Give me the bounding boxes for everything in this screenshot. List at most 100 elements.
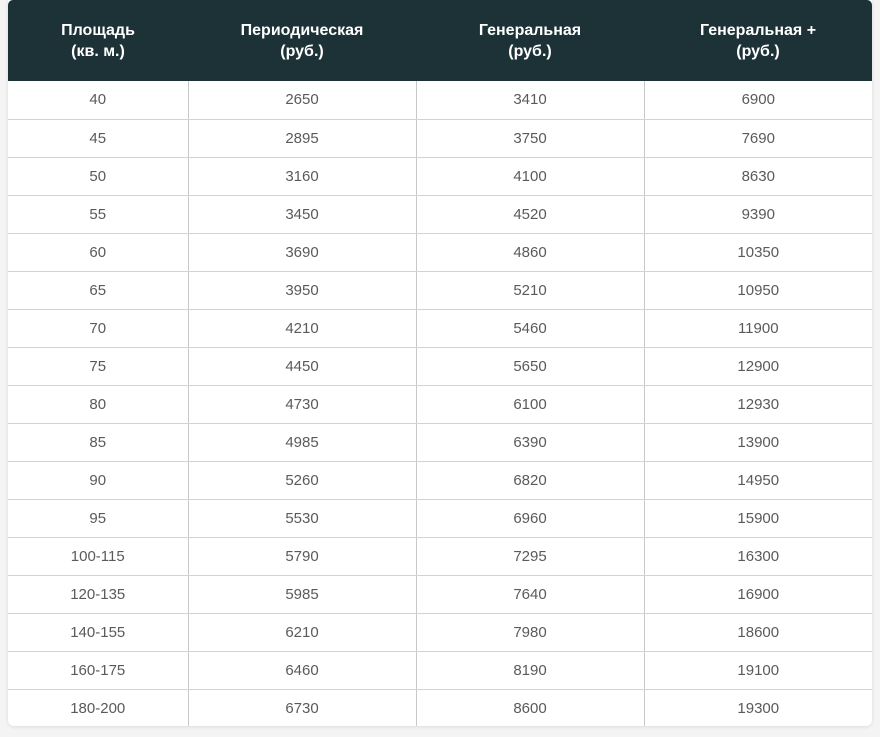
general-plus-price-cell: 9390 (643, 195, 872, 234)
general-price-cell: 4520 (415, 195, 644, 234)
table-header: Площадь (кв. м.) Периодическая (руб.) Ге… (8, 0, 872, 81)
general-price-cell: 4860 (415, 233, 644, 272)
area-cell: 65 (8, 271, 188, 310)
table-row: 55 3450 4520 9390 (8, 195, 872, 234)
general-price-cell: 3750 (415, 119, 644, 158)
area-cell: 100-115 (8, 537, 188, 576)
general-plus-price-cell: 19100 (643, 651, 872, 690)
area-cell: 45 (8, 119, 188, 158)
periodic-price-cell: 4730 (187, 385, 416, 424)
general-plus-price-cell: 18600 (643, 613, 872, 652)
general-plus-price-cell: 8630 (643, 157, 872, 196)
general-plus-price-cell: 6900 (643, 81, 872, 120)
area-cell: 75 (8, 347, 188, 386)
periodic-price-cell: 2650 (187, 81, 416, 120)
periodic-price-cell: 5530 (187, 499, 416, 538)
table-body: 40 2650 3410 6900 45 2895 3750 7690 50 3160 4100 86… (8, 81, 872, 726)
periodic-price-cell: 4985 (187, 423, 416, 462)
periodic-price-cell: 4450 (187, 347, 416, 386)
area-cell: 85 (8, 423, 188, 462)
general-price-cell: 3410 (415, 81, 644, 120)
header-periodic: Периодическая (руб.) (188, 0, 416, 81)
table-row: 75 4450 5650 12900 (8, 347, 872, 386)
price-table: Площадь (кв. м.) Периодическая (руб.) Ге… (8, 0, 872, 726)
general-price-cell: 6820 (415, 461, 644, 500)
general-price-cell: 7640 (415, 575, 644, 614)
header-line2: (руб.) (508, 42, 552, 60)
area-cell: 60 (8, 233, 188, 272)
area-cell: 180-200 (70, 699, 126, 717)
table-row: 90 5260 6820 14950 (8, 461, 872, 500)
table-row: 85 4985 6390 13900 (8, 423, 872, 462)
header-general-plus: Генеральная + (руб.) (644, 0, 872, 81)
general-plus-price-cell: 10350 (643, 233, 872, 272)
table-row: 120-135 5985 7640 16900 (8, 575, 872, 614)
periodic-price-cell: 6730 (187, 689, 416, 726)
general-plus-price-cell: 16300 (643, 537, 872, 576)
general-price-cell: 5210 (415, 271, 644, 310)
area-cell: 40 (8, 81, 188, 120)
general-price-cell: 6100 (415, 385, 644, 424)
general-plus-price-cell: 7690 (643, 119, 872, 158)
periodic-price-cell: 6460 (187, 651, 416, 690)
header-line1: Генеральная (478, 21, 582, 39)
table-row: 40 2650 3410 6900 (8, 81, 872, 120)
table-row: 140-155 6210 7980 18600 (8, 613, 872, 652)
periodic-price-cell: 5260 (187, 461, 416, 500)
table-row: 70 4210 5460 11900 (8, 309, 872, 348)
table-row: 50 3160 4100 8630 (8, 157, 872, 196)
area-cell: 80 (8, 385, 188, 424)
header-row: Площадь (кв. м.) Периодическая (руб.) Ге… (8, 0, 872, 81)
area-cell: 90 (8, 461, 188, 500)
header-line1: Периодическая (240, 21, 364, 39)
header-line1: Генеральная + (699, 21, 817, 39)
area-cell: 95 (8, 499, 188, 538)
area-cell: 160-175 (8, 651, 188, 690)
general-price-cell: 7980 (415, 613, 644, 652)
table-row: 100-115 5790 7295 16300 (8, 537, 872, 576)
general-plus-price-cell: 19300 (643, 689, 872, 726)
general-plus-price-cell: 14950 (643, 461, 872, 500)
periodic-price-cell: 4210 (187, 309, 416, 348)
table-row: 65 3950 5210 10950 (8, 271, 872, 310)
header-line2: (руб.) (736, 42, 780, 60)
general-plus-price-cell: 12930 (643, 385, 872, 424)
periodic-price-cell: 3450 (187, 195, 416, 234)
general-price-cell: 7295 (415, 537, 644, 576)
general-plus-price-cell: 10950 (643, 271, 872, 310)
header-line2: (кв. м.) (71, 42, 125, 60)
area-cell: 120-135 (8, 575, 188, 614)
general-price-cell: 4100 (415, 157, 644, 196)
table-row: 180-200 6730 8600 19300 (8, 689, 872, 726)
general-price-cell: 5460 (415, 309, 644, 348)
price-table-card: Площадь (кв. м.) Периодическая (руб.) Ге… (8, 0, 872, 726)
general-plus-price-cell: 13900 (643, 423, 872, 462)
periodic-price-cell: 3160 (187, 157, 416, 196)
area-cell: 50 (8, 157, 188, 196)
periodic-price-cell: 5790 (187, 537, 416, 576)
header-line2: (руб.) (280, 42, 324, 60)
periodic-price-cell: 6210 (187, 613, 416, 652)
general-plus-price-cell: 11900 (643, 309, 872, 348)
periodic-price-cell: 3950 (187, 271, 416, 310)
header-line1: Площадь (61, 21, 135, 39)
table-row: 45 2895 3750 7690 (8, 119, 872, 158)
area-cell: 140-155 (8, 613, 188, 652)
header-area: Площадь (кв. м.) (8, 0, 188, 81)
table-row: 80 4730 6100 12930 (8, 385, 872, 424)
periodic-price-cell: 3690 (187, 233, 416, 272)
table-row: 160-175 6460 8190 19100 (8, 651, 872, 690)
general-plus-price-cell: 12900 (643, 347, 872, 386)
general-price-cell: 6960 (415, 499, 644, 538)
header-general: Генеральная (руб.) (416, 0, 644, 81)
table-row: 60 3690 4860 10350 (8, 233, 872, 272)
general-price-cell: 8190 (415, 651, 644, 690)
general-plus-price-cell: 16900 (643, 575, 872, 614)
table-row: 95 5530 6960 15900 (8, 499, 872, 538)
general-price-cell: 8600 (415, 689, 644, 726)
general-price-cell: 6390 (415, 423, 644, 462)
general-price-cell: 5650 (415, 347, 644, 386)
periodic-price-cell: 5985 (187, 575, 416, 614)
area-cell: 70 (8, 309, 188, 348)
area-cell: 55 (8, 195, 188, 234)
